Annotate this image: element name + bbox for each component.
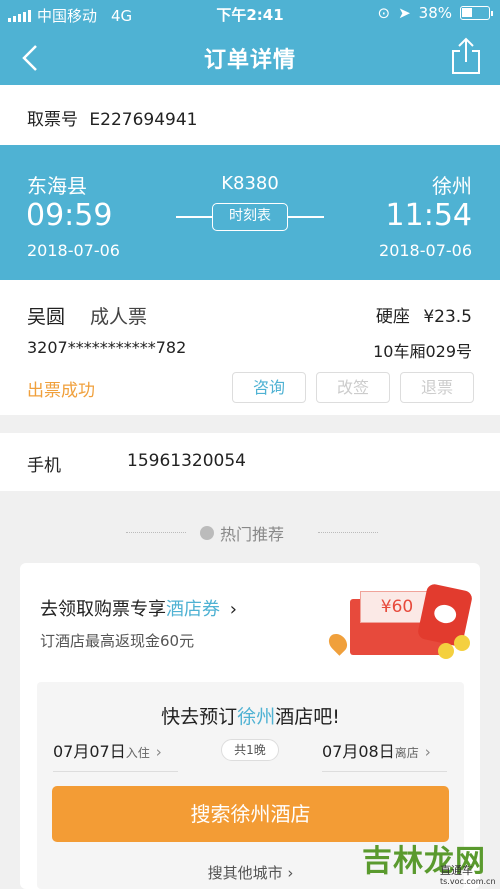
- ticket-price: ¥23.5: [423, 307, 472, 327]
- hotel-title: 快去预订徐州酒店吧!: [161, 706, 340, 728]
- divider-left: [126, 532, 186, 533]
- ticket-number: E227694941: [89, 110, 198, 130]
- promo-text: 去领取购票专享: [40, 599, 166, 620]
- flame-icon: [200, 526, 214, 540]
- checkin-label: 入住: [125, 746, 150, 760]
- passenger-name: 吴圆: [27, 306, 66, 328]
- to-station: 徐州: [432, 174, 472, 198]
- timetable-button[interactable]: 时刻表: [212, 203, 288, 231]
- phone-number: 15961320054: [127, 451, 246, 471]
- other-city-label: 搜其他城市: [207, 864, 283, 882]
- coupon-promo-link[interactable]: 去领取购票专享酒店券 ›: [40, 595, 237, 621]
- coupon-illustration: ¥60: [325, 582, 474, 663]
- share-icon: [452, 37, 480, 74]
- phone-label: 手机: [27, 456, 61, 476]
- lock-rotation-icon: ⊙: [377, 4, 391, 22]
- ticket-number-label: 取票号: [27, 110, 78, 130]
- location-icon: ➤: [398, 4, 411, 22]
- nav-bar: 订单详情: [0, 28, 500, 85]
- status-right: ⊙ ➤ 38%: [377, 4, 493, 22]
- chevron-right-icon: ›: [424, 743, 431, 761]
- route-line-left: [176, 216, 212, 218]
- page-title: 订单详情: [203, 48, 296, 73]
- checkin-date: 07月07日: [53, 742, 126, 761]
- id-number: 3207***********782: [27, 338, 187, 357]
- seat-class-price: 硬座 ¥23.5: [376, 302, 472, 327]
- change-ticket-button[interactable]: 改签: [316, 372, 390, 403]
- checkin-underline: [53, 771, 178, 772]
- watermark-url: ts.voc.com.cn: [440, 877, 496, 886]
- divider-right: [318, 532, 378, 533]
- battery-percent: 38%: [418, 4, 452, 22]
- location-pin-icon: [325, 630, 351, 656]
- passenger-panel: 吴圆 成人票 硬座 ¥23.5 3207***********782 10车厢0…: [0, 280, 500, 415]
- consult-button[interactable]: 咨询: [232, 372, 306, 403]
- ticket-status: 出票成功: [27, 381, 95, 401]
- recommend-label: 热门推荐: [220, 525, 285, 544]
- promo-highlight: 酒店券: [166, 599, 220, 620]
- watermark: 吉林龙网 直通车 ts.voc.com.cn: [362, 836, 500, 889]
- search-hotel-button[interactable]: 搜索徐州酒店: [52, 786, 449, 842]
- status-bar: 中国移动 4G 下午2:41 ⊙ ➤ 38%: [0, 0, 500, 28]
- seat-number: 10车厢029号: [373, 342, 472, 361]
- recommend-header: 热门推荐: [0, 518, 500, 546]
- share-button[interactable]: [448, 36, 484, 76]
- arrival-time: 11:54: [385, 198, 472, 233]
- checkout-date-picker[interactable]: 07月08日离店 ›: [322, 738, 431, 762]
- checkin-date-picker[interactable]: 07月07日入住 ›: [53, 738, 162, 762]
- coin-icon: [454, 635, 470, 651]
- chevron-right-icon: ›: [229, 599, 237, 620]
- chevron-right-icon: ›: [155, 743, 162, 761]
- chevron-right-icon: ›: [287, 864, 294, 882]
- seat-class: 硬座: [375, 307, 410, 327]
- ticket-number-row: 取票号 E227694941: [0, 85, 500, 145]
- nights-badge: 共1晚: [221, 739, 279, 761]
- watermark-tag: 直通车: [440, 864, 473, 877]
- route-panel: 东海县 09:59 2018-07-06 K8380 时刻表 徐州 11:54 …: [0, 145, 500, 280]
- route-line-right: [288, 216, 324, 218]
- recommend-title: 热门推荐: [200, 521, 284, 545]
- checkout-underline: [322, 771, 447, 772]
- contact-row: 手机 15961320054: [0, 433, 500, 491]
- train-number: K8380: [221, 173, 279, 194]
- hotel-city: 徐州: [237, 706, 276, 728]
- departure-time: 09:59: [26, 198, 113, 233]
- ticket-type: 成人票: [90, 306, 148, 328]
- departure-date: 2018-07-06: [27, 241, 120, 260]
- coin-icon: [438, 643, 454, 659]
- refund-button[interactable]: 退票: [400, 372, 474, 403]
- checkout-date: 07月08日: [322, 742, 395, 761]
- checkout-label: 离店: [394, 746, 419, 760]
- promo-subtitle: 订酒店最高返现金60元: [40, 632, 195, 650]
- battery-icon: [460, 6, 493, 20]
- arrival-date: 2018-07-06: [379, 241, 472, 260]
